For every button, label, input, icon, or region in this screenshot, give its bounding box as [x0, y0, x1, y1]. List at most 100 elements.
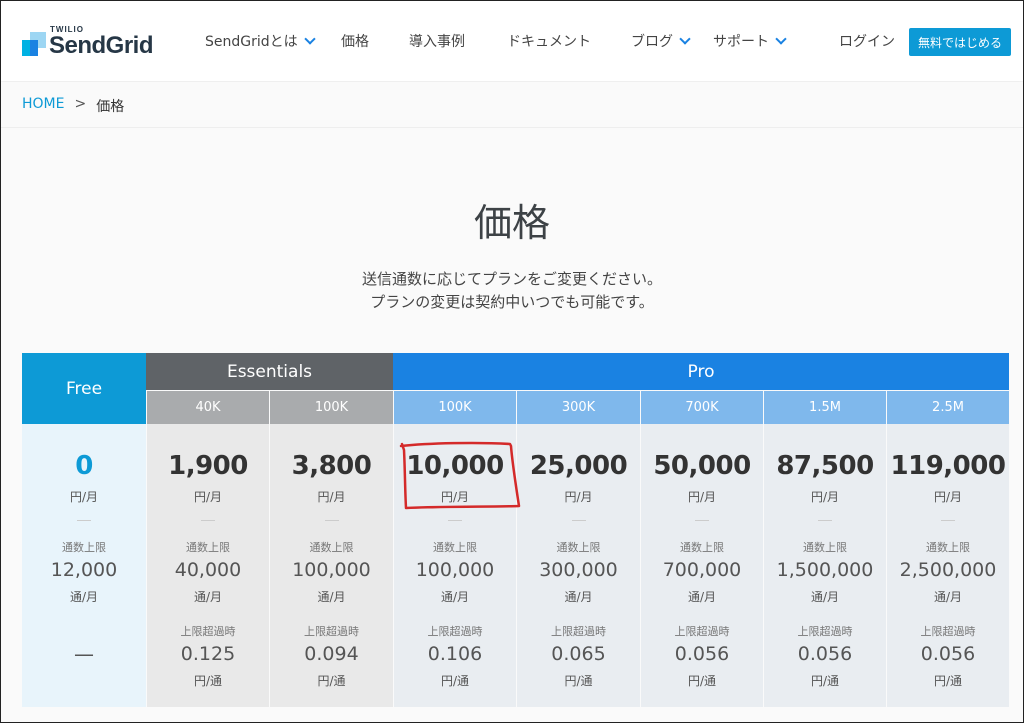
nav-blog[interactable]: ブログ [631, 31, 691, 51]
plan-price-unit: 円/月 [810, 490, 840, 504]
breadcrumb: HOME > 価格 [22, 96, 124, 116]
plan-price: 0 [75, 451, 93, 481]
nav-support-label: サポート [713, 34, 769, 50]
limit-label: 通数上限 [309, 541, 354, 554]
breadcrumb-home-link[interactable]: HOME [22, 96, 64, 116]
plan-column: 119,000 円/月 通数上限 2,500,000 通/月 上限超過時 0.056 円/通 [887, 424, 1009, 707]
plan-column: 87,500 円/月 通数上限 1,500,000 通/月 上限超過時 0.056 円/通 [764, 424, 886, 707]
plan-tier-label: 700K [641, 391, 763, 424]
nav-case-studies[interactable]: 導入事例 [409, 31, 465, 51]
plan-price-unit: 円/月 [564, 490, 593, 504]
plan-price: 10,000 [406, 451, 504, 481]
plan-price-unit: 円/月 [440, 490, 470, 504]
overage-value: 0.106 [427, 643, 483, 665]
divider [818, 520, 832, 521]
limit-label: 通数上限 [556, 541, 601, 554]
nav-login[interactable]: ログイン [839, 31, 895, 51]
plan-column: 3,800 円/月 通数上限 100,000 通/月 上限超過時 0.094 円/通 [270, 424, 393, 707]
plan-column: 0 円/月 通数上限 12,000 通/月 — [22, 424, 146, 707]
overage-value: 0.125 [180, 643, 236, 665]
overage-value: — [74, 642, 94, 666]
overage-label: 上限超過時 [180, 625, 236, 638]
limit-value: 2,500,000 [899, 559, 997, 581]
overage-label: 上限超過時 [797, 625, 853, 638]
plan-price: 119,000 [890, 451, 1006, 481]
overage-value: 0.056 [797, 643, 853, 665]
limit-label: 通数上限 [62, 541, 106, 554]
overage-unit: 円/通 [564, 674, 593, 688]
description-line-1: 送信通数に応じてプランをご変更ください。 [361, 270, 662, 288]
plan-column: 50,000 円/月 通数上限 700,000 通/月 上限超過時 0.056 円/通 [641, 424, 763, 707]
limit-label: 通数上限 [186, 541, 230, 554]
limit-unit: 通/月 [193, 590, 223, 604]
plan-column: 10,000 円/月 通数上限 100,000 通/月 上限超過時 0.106 円/通 [394, 424, 516, 707]
nav-login-label: ログイン [839, 34, 895, 50]
limit-label: 通数上限 [803, 541, 847, 554]
overage-value: 0.056 [674, 643, 730, 665]
overage-unit: 円/通 [440, 674, 470, 688]
plan-tier-label: 100K [394, 391, 516, 424]
divider [324, 520, 339, 521]
chevron-down-icon [303, 32, 316, 45]
limit-unit: 通/月 [440, 590, 470, 604]
plan-header-free: Free [22, 353, 146, 424]
overage-unit: 円/通 [933, 674, 963, 688]
overage-unit: 円/通 [687, 674, 717, 688]
plan-column: 25,000 円/月 通数上限 300,000 通/月 上限超過時 0.065 円/通 [517, 424, 640, 707]
nav-pricing[interactable]: 価格 [341, 31, 369, 51]
plan-column: 1,900 円/月 通数上限 40,000 通/月 上限超過時 0.125 円/通 [147, 424, 269, 707]
limit-value: 100,000 [292, 559, 371, 581]
plan-price: 25,000 [529, 451, 628, 481]
plan-tier-label: 100K [270, 391, 393, 424]
plan-price-unit: 円/月 [317, 490, 346, 504]
plan-header-pro: Pro [393, 353, 1009, 390]
limit-value: 12,000 [50, 559, 118, 581]
logo-brand: SendGrid [49, 32, 154, 59]
sendgrid-logo-icon [22, 32, 46, 56]
page-description: 送信通数に応じてプランをご変更ください。 プランの変更は契約中いつでも可能です。 [0, 268, 1024, 314]
limit-label: 通数上限 [680, 541, 724, 554]
limit-unit: 通/月 [687, 590, 717, 604]
nav-documents-label: ドキュメント [507, 34, 591, 50]
plan-tier-label: 300K [517, 391, 640, 424]
plan-price: 3,800 [291, 451, 372, 481]
limit-label: 通数上限 [433, 541, 477, 554]
nav-about[interactable]: SendGridとは [205, 31, 316, 51]
plan-price: 1,900 [168, 451, 248, 481]
divider [201, 520, 215, 521]
nav-case-studies-label: 導入事例 [409, 34, 465, 50]
overage-unit: 円/通 [193, 674, 223, 688]
limit-value: 700,000 [662, 559, 742, 581]
nav-support[interactable]: サポート [713, 31, 787, 51]
plan-tier-label: 1.5M [764, 391, 886, 424]
nav-documents[interactable]: ドキュメント [507, 31, 591, 51]
chevron-down-icon [679, 32, 691, 45]
overage-unit: 円/通 [317, 674, 346, 688]
free-start-button[interactable]: 無料ではじめる [909, 28, 1011, 56]
pricing-table: Free Essentials Pro 0 円/月通数上限 12,000 通/月 — 40K 1,… [22, 353, 1009, 707]
overage-value: 0.056 [920, 643, 976, 665]
breadcrumb-current: 価格 [96, 99, 125, 115]
overage-label: 上限超過時 [551, 625, 606, 638]
page-title: 価格 [473, 201, 550, 245]
limit-unit: 通/月 [933, 590, 963, 604]
overage-unit: 円/通 [810, 674, 840, 688]
chevron-down-icon [775, 32, 787, 45]
breadcrumb-bar: HOME > 価格 [1, 82, 1023, 128]
overage-label: 上限超過時 [427, 625, 483, 638]
nav-about-label: SendGridとは [205, 34, 298, 50]
plan-tier-label: 2.5M [887, 391, 1009, 424]
divider [695, 520, 709, 521]
plan-tier-label: 40K [147, 391, 269, 424]
plan-price-unit: 円/月 [69, 490, 99, 504]
overage-label: 上限超過時 [920, 625, 976, 638]
divider [941, 520, 955, 521]
sendgrid-logo[interactable]: TWILIO SendGrid [22, 23, 162, 59]
plan-price-unit: 円/月 [687, 490, 717, 504]
nav-blog-label: ブログ [631, 34, 673, 50]
plan-header-essentials: Essentials [146, 353, 393, 390]
overage-value: 0.094 [304, 643, 359, 665]
plan-price-unit: 円/月 [933, 490, 963, 504]
divider [77, 520, 91, 521]
limit-unit: 通/月 [317, 590, 346, 604]
